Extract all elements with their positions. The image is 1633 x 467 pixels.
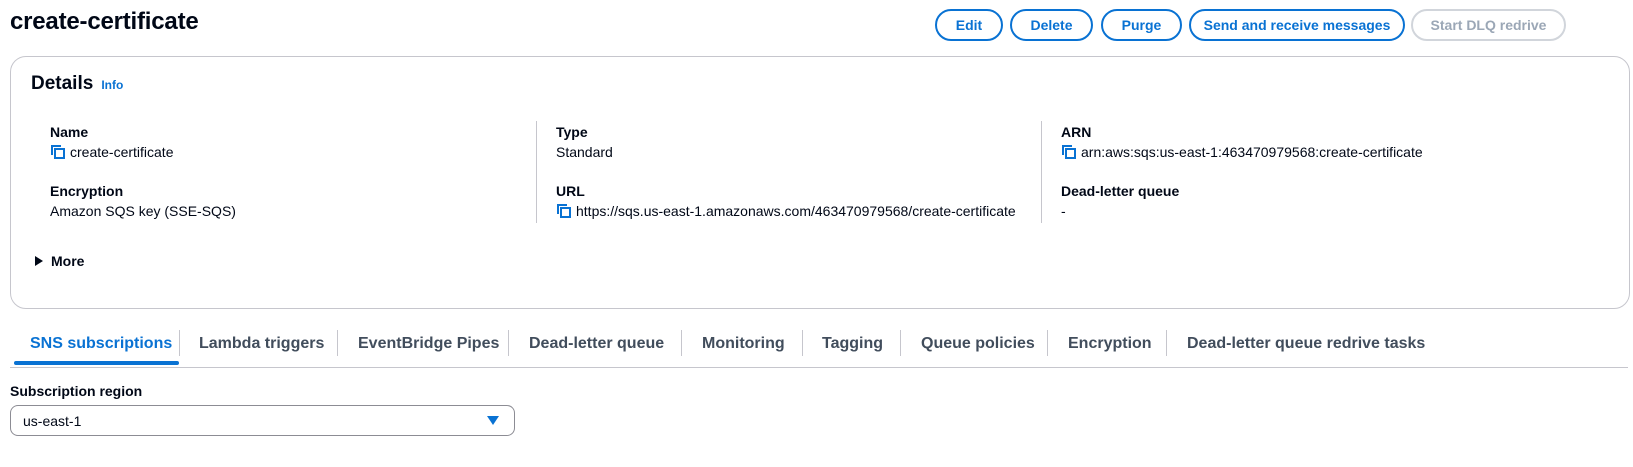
send-receive-messages-button[interactable]: Send and receive messages [1189,9,1405,41]
url-value-row: https://sqs.us-east-1.amazonaws.com/4634… [556,201,1036,221]
tab-encryption[interactable]: Encryption [1068,323,1152,365]
copy-icon[interactable] [556,203,572,219]
tab-divider [1047,330,1048,356]
url-field: URL https://sqs.us-east-1.amazonaws.com/… [556,181,1036,239]
active-tab-indicator [14,361,179,365]
tab-divider [337,330,338,356]
details-column-2: Type Standard URL https://sqs.us-east-1.… [536,121,1036,223]
caret-right-icon [35,256,43,266]
copy-icon[interactable] [50,144,66,160]
encryption-label: Encryption [50,183,124,199]
tab-divider [681,330,682,356]
tab-dead-letter-queue[interactable]: Dead-letter queue [529,323,664,365]
dlq-field: Dead-letter queue - [1061,181,1601,239]
tab-monitoring[interactable]: Monitoring [702,323,785,365]
tab-divider [802,330,803,356]
arn-label: ARN [1061,124,1092,140]
type-label: Type [556,124,588,140]
dlq-value: - [1061,203,1066,219]
delete-button[interactable]: Delete [1010,9,1093,41]
tab-lambda-triggers[interactable]: Lambda triggers [199,323,324,365]
url-value: https://sqs.us-east-1.amazonaws.com/4634… [576,203,1016,219]
details-column-3: ARN arn:aws:sqs:us-east-1:463470979568:c… [1041,121,1601,223]
name-label: Name [50,124,89,140]
details-title: Details [31,73,94,94]
arn-value: arn:aws:sqs:us-east-1:463470979568:creat… [1081,144,1423,160]
type-field: Type Standard [556,122,1036,180]
tab-eventbridge-pipes[interactable]: EventBridge Pipes [358,323,499,365]
tab-divider [179,330,180,356]
subscription-region-value: us-east-1 [23,412,82,429]
more-label: More [51,253,85,269]
encryption-field: Encryption Amazon SQS key (SSE-SQS) [50,181,530,239]
details-panel: Details Info Name create-certificate Enc… [10,56,1630,309]
tab-divider [1166,330,1167,356]
caret-down-icon [487,416,499,425]
copy-icon[interactable] [1061,144,1077,160]
purge-button[interactable]: Purge [1101,9,1182,41]
name-value-row: create-certificate [50,142,530,162]
tab-divider [900,330,901,356]
tab-bar: SNS subscriptions Lambda triggers EventB… [10,323,1628,368]
details-header: Details Info [31,73,123,95]
dlq-label: Dead-letter queue [1061,183,1180,199]
tab-dead-letter-queue-redrive-tasks[interactable]: Dead-letter queue redrive tasks [1187,323,1425,365]
page-title: create-certificate [10,8,199,35]
tab-queue-policies[interactable]: Queue policies [921,323,1035,365]
start-dlq-redrive-button[interactable]: Start DLQ redrive [1411,9,1566,41]
arn-field: ARN arn:aws:sqs:us-east-1:463470979568:c… [1061,122,1601,180]
type-value: Standard [556,144,613,160]
name-value: create-certificate [70,144,174,160]
url-label: URL [556,183,585,199]
arn-value-row: arn:aws:sqs:us-east-1:463470979568:creat… [1061,142,1601,162]
tab-tagging[interactable]: Tagging [822,323,883,365]
details-column-1: Name create-certificate Encryption Amazo… [50,121,530,223]
edit-button[interactable]: Edit [935,9,1003,41]
tab-divider [508,330,509,356]
info-link[interactable]: Info [101,78,123,92]
name-field: Name create-certificate [50,122,530,180]
encryption-value: Amazon SQS key (SSE-SQS) [50,203,236,219]
tab-sns-subscriptions[interactable]: SNS subscriptions [30,323,172,365]
subscription-region-select[interactable]: us-east-1 [10,405,515,436]
more-expander[interactable]: More [35,253,84,269]
subscription-region-label: Subscription region [10,383,143,399]
